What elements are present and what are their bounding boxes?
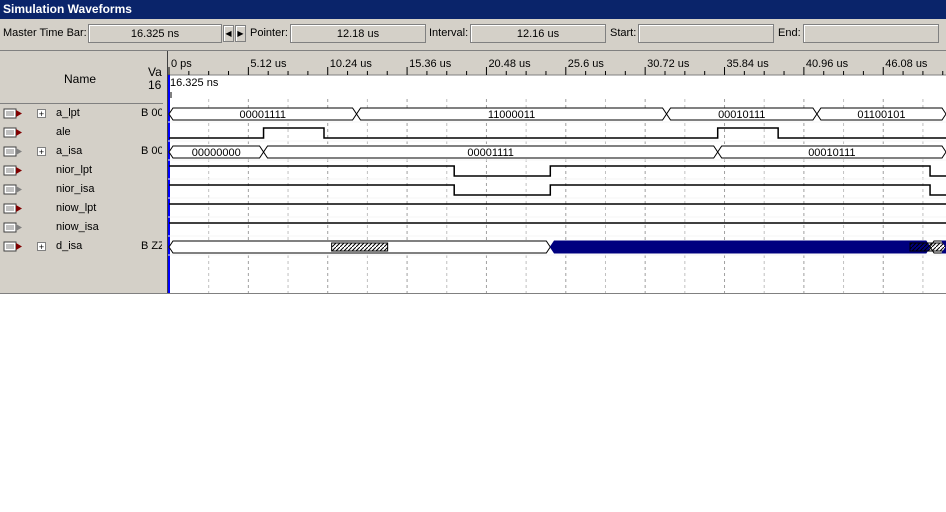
bus-value-label: 11000011	[488, 109, 535, 121]
high-z-hatch	[909, 242, 946, 252]
signal-name-ale[interactable]: ale	[56, 126, 71, 138]
cursor-time-label: 16.325 ns	[170, 77, 219, 89]
bus-value-label: 00001111	[467, 147, 514, 159]
expand-icon[interactable]: +	[37, 242, 46, 252]
output-pin-icon	[3, 221, 23, 234]
input-pin-icon	[3, 202, 23, 215]
waveform-pane[interactable]: 0 ps 5.12 us 10.24 us 15.36 us 20.48 us 25.6 …	[168, 51, 946, 293]
high-z-hatch	[331, 242, 389, 252]
bottom-border	[0, 293, 946, 294]
tick-label: 5.12 us	[250, 58, 287, 70]
value-header-time: 16	[148, 78, 162, 92]
wave-nior-lpt	[169, 165, 946, 177]
signal-name-nior-lpt[interactable]: nior_lpt	[56, 164, 92, 176]
bus-value-label: 00010111	[808, 147, 855, 159]
expand-icon[interactable]: +	[37, 109, 46, 119]
tick-label: 46.08 us	[885, 58, 928, 70]
bus-value-label: 00010111	[718, 109, 765, 121]
tick-label: 25.6 us	[568, 58, 605, 70]
bus-segment	[549, 240, 931, 254]
bus-value-label: 00000000	[192, 147, 241, 159]
signal-value: B ZZ	[141, 240, 162, 252]
bus-value-label: 00001111	[240, 109, 287, 121]
master-time-prev-button[interactable]: ◀	[223, 25, 234, 42]
wave-ale	[169, 127, 946, 139]
pointer-field: 12.18 us	[290, 24, 426, 43]
time-bar-toolbar: Master Time Bar: 16.325 ns ◀ ▶ Pointer: …	[0, 19, 946, 51]
tick-label: 15.36 us	[409, 58, 452, 70]
signal-value: B 00	[141, 107, 162, 119]
signal-name-nior-isa[interactable]: nior_isa	[56, 183, 95, 195]
input-pin-icon	[3, 107, 23, 120]
window-title: Simulation Waveforms	[0, 0, 946, 19]
bus-value-label: 01100101	[857, 109, 905, 121]
cursor-handle	[170, 92, 172, 98]
signal-name-niow-lpt[interactable]: niow_lpt	[56, 202, 96, 214]
output-pin-icon	[3, 183, 23, 196]
tick-label: 40.96 us	[806, 58, 849, 70]
icon-column-header	[0, 51, 25, 104]
signal-value: B 00	[141, 145, 162, 157]
start-label: Start:	[610, 27, 637, 39]
master-time-bar-field[interactable]: 16.325 ns	[88, 24, 222, 43]
input-pin-icon	[3, 164, 23, 177]
output-pin-icon	[3, 145, 23, 158]
signal-name-niow-isa[interactable]: niow_isa	[56, 221, 99, 233]
waveform-canvas[interactable]: 0 ps 5.12 us 10.24 us 15.36 us 20.48 us 25.6 …	[168, 51, 946, 293]
tick-label: 10.24 us	[330, 58, 373, 70]
interval-label: Interval:	[429, 27, 469, 39]
name-header-label: Name	[63, 72, 96, 86]
tick-label: 30.72 us	[647, 58, 690, 70]
value-header-label: Va	[148, 65, 162, 79]
tick-label: 35.84 us	[727, 58, 770, 70]
interval-field: 12.16 us	[470, 24, 606, 43]
master-time-next-button[interactable]: ▶	[235, 25, 246, 42]
signal-name-a-lpt[interactable]: a_lpt	[56, 107, 80, 119]
value-column-header[interactable]: Va 16	[135, 51, 163, 104]
end-label: End:	[778, 27, 801, 39]
expand-icon[interactable]: +	[37, 147, 46, 157]
signal-name-d-isa[interactable]: d_isa	[56, 240, 82, 252]
input-pin-icon	[3, 126, 23, 139]
bidir-pin-icon	[3, 240, 23, 253]
pointer-label: Pointer:	[250, 27, 288, 39]
tick-label: 0 ps	[171, 58, 192, 70]
start-field	[638, 24, 774, 43]
wave-nior-isa	[169, 184, 946, 196]
end-field	[803, 24, 939, 43]
signal-name-a-isa[interactable]: a_isa	[56, 145, 82, 157]
master-time-bar-label: Master Time Bar:	[3, 27, 87, 39]
tick-label: 20.48 us	[488, 58, 531, 70]
